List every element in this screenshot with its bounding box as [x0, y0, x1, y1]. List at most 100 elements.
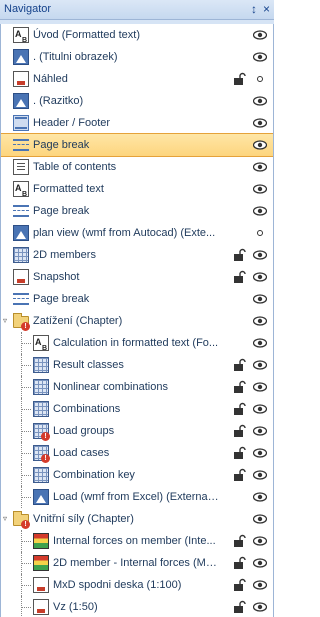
eye-icon[interactable]: [252, 534, 268, 548]
tree-item[interactable]: Header / Footer: [1, 112, 273, 134]
tree-item[interactable]: Result classes: [1, 354, 273, 376]
eye-icon[interactable]: [252, 204, 268, 218]
tree-item-label: Internal forces on member (Inte...: [53, 535, 216, 547]
tree-item[interactable]: 2D member - Internal forces (Me...: [1, 552, 273, 574]
lock-icon[interactable]: [233, 380, 247, 394]
navigator-panel: Navigator ↕ × Úvod (Formatted text) . (Ti…: [0, 0, 274, 617]
tree-item[interactable]: Page break: [1, 133, 273, 157]
navigator-tree[interactable]: Úvod (Formatted text) . (Titulni obrazek)…: [0, 24, 274, 617]
eye-icon[interactable]: [252, 600, 268, 614]
tree-item[interactable]: ▿! Zatížení (Chapter): [1, 310, 273, 332]
tree-item[interactable]: MxD spodni deska (1:100): [1, 574, 273, 596]
tree-item[interactable]: Page break: [1, 288, 273, 310]
eye-icon[interactable]: [252, 116, 268, 130]
eye-icon[interactable]: [252, 336, 268, 350]
lock-icon[interactable]: [233, 402, 247, 416]
lock-icon[interactable]: [233, 446, 247, 460]
lock-icon[interactable]: [233, 424, 247, 438]
tree-item-label: Page break: [33, 293, 90, 305]
eye-icon[interactable]: [252, 490, 268, 504]
eye-icon[interactable]: [252, 160, 268, 174]
lock-icon[interactable]: [233, 358, 247, 372]
eye-icon[interactable]: [252, 94, 268, 108]
tree-item[interactable]: Combination key: [1, 464, 273, 486]
eye-icon[interactable]: [252, 424, 268, 438]
snapshot-icon: [13, 269, 29, 285]
eye-icon[interactable]: [252, 380, 268, 394]
tree-item[interactable]: Table of contents: [1, 156, 273, 178]
warning-icon: !: [21, 322, 30, 331]
tree-item-label: Result classes: [53, 359, 124, 371]
eye-icon[interactable]: [252, 182, 268, 196]
eye-icon[interactable]: [252, 402, 268, 416]
eye-icon[interactable]: [252, 468, 268, 482]
hidden-circle-icon[interactable]: [257, 76, 263, 82]
eye-icon[interactable]: [252, 314, 268, 328]
tree-item-label: Úvod (Formatted text): [33, 29, 140, 41]
tree-item-label: . (Razitko): [33, 95, 84, 107]
tree-item[interactable]: . (Razitko): [1, 90, 273, 112]
lock-icon[interactable]: [233, 578, 247, 592]
tree-item-label: Load groups: [53, 425, 115, 437]
tree-item[interactable]: Nonlinear combinations: [1, 376, 273, 398]
table-icon: [33, 467, 49, 483]
tree-item[interactable]: ! Load groups: [1, 420, 273, 442]
navigator-titlebar: Navigator ↕ ×: [0, 0, 274, 20]
table-icon: [13, 247, 29, 263]
tree-item[interactable]: ! Load cases: [1, 442, 273, 464]
tree-item[interactable]: plan view (wmf from Autocad) (Exte...: [1, 222, 273, 244]
eye-icon[interactable]: [252, 248, 268, 262]
eye-icon[interactable]: [252, 446, 268, 460]
tree-item[interactable]: Load (wmf from Excel) (External ...: [1, 486, 273, 508]
eye-icon[interactable]: [252, 28, 268, 42]
tree-item[interactable]: Formatted text: [1, 177, 273, 206]
eye-icon[interactable]: [252, 50, 268, 64]
tree-connector: [21, 387, 31, 388]
table-icon: [33, 401, 49, 417]
tree-item[interactable]: Internal forces on member (Inte...: [1, 530, 273, 552]
image-icon: [13, 93, 29, 109]
tree-item-label: . (Titulni obrazek): [33, 51, 118, 63]
eye-icon[interactable]: [252, 578, 268, 592]
expand-toggle-icon[interactable]: ▿: [3, 317, 11, 325]
expand-toggle-icon[interactable]: ▿: [3, 515, 11, 523]
tree-connector: [21, 453, 31, 454]
eye-icon[interactable]: [252, 292, 268, 306]
title-buttons: ↕ ×: [251, 0, 270, 19]
tree-item[interactable]: Snapshot: [1, 266, 273, 288]
text-icon: [13, 177, 29, 206]
lock-icon[interactable]: [233, 534, 247, 548]
eye-icon[interactable]: [252, 138, 268, 152]
lock-icon[interactable]: [233, 468, 247, 482]
lock-icon[interactable]: [233, 600, 247, 614]
tree-item-label: plan view (wmf from Autocad) (Exte...: [33, 227, 216, 239]
image-icon: [33, 489, 49, 505]
eye-icon[interactable]: [252, 270, 268, 284]
tree-connector: [21, 585, 31, 586]
tree-item[interactable]: Page break: [1, 200, 273, 222]
close-icon[interactable]: ×: [263, 0, 270, 19]
eye-icon[interactable]: [252, 358, 268, 372]
table-icon: [33, 357, 49, 373]
tree-item[interactable]: Náhled: [1, 68, 273, 90]
tree-item-label: Nonlinear combinations: [53, 381, 168, 393]
tree-item[interactable]: Calculation in formatted text (Fo...: [1, 331, 273, 360]
tree-item-label: Combination key: [53, 469, 135, 481]
tree-item[interactable]: Combinations: [1, 398, 273, 420]
eye-icon[interactable]: [252, 512, 268, 526]
lock-icon[interactable]: [233, 248, 247, 262]
tree-item[interactable]: Úvod (Formatted text): [1, 24, 273, 52]
pin-icon[interactable]: ↕: [251, 0, 257, 19]
image-icon: [13, 225, 29, 241]
tree-item[interactable]: Vz (1:50): [1, 596, 273, 617]
lock-icon[interactable]: [233, 72, 247, 86]
tree-item[interactable]: 2D members: [1, 244, 273, 266]
hidden-circle-icon[interactable]: [257, 230, 263, 236]
snapshot-icon: [13, 71, 29, 87]
tree-item[interactable]: ▿! Vnitřní síly (Chapter): [1, 508, 273, 530]
eye-icon[interactable]: [252, 556, 268, 570]
lock-icon[interactable]: [233, 556, 247, 570]
tree-item[interactable]: . (Titulni obrazek): [1, 46, 273, 68]
table-icon: [33, 379, 49, 395]
lock-icon[interactable]: [233, 270, 247, 284]
